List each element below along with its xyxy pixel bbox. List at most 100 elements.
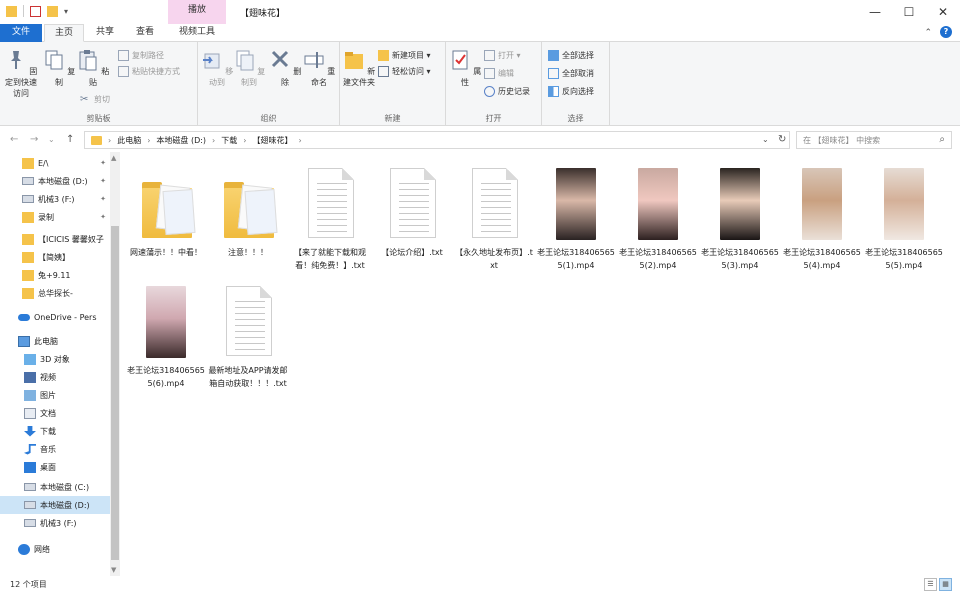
file-item[interactable]: 注意！！！	[208, 160, 288, 259]
file-item[interactable]: 老王论坛3184065655(1).mp4	[536, 160, 616, 272]
sidebar-item[interactable]: 桌面	[0, 458, 110, 476]
sidebar-item[interactable]: OneDrive - Pers	[0, 308, 110, 326]
folder-icon	[224, 182, 278, 238]
file-item[interactable]: 最新地址及APP请发邮箱自动获取！！！.txt	[208, 278, 288, 390]
breadcrumb-drive-d[interactable]: 本地磁盘 (D:)	[156, 135, 206, 146]
refresh-icon[interactable]: ↻	[778, 134, 786, 145]
large-icons-view-button[interactable]: ▦	[939, 578, 952, 591]
sidebar-item[interactable]: 本地磁盘 (D:)	[0, 496, 110, 514]
qa-dropdown-icon[interactable]: ▾	[64, 7, 68, 16]
sidebar-item[interactable]: E/\ ✦	[0, 154, 110, 172]
select-all-button[interactable]: 全部选择	[548, 48, 594, 62]
scrollbar-thumb[interactable]	[111, 226, 119, 560]
sidebar-item[interactable]: 本地磁盘 (C:)	[0, 478, 110, 496]
new-folder-icon[interactable]	[47, 5, 58, 17]
scroll-down-icon[interactable]: ▼	[111, 566, 116, 574]
sidebar-item[interactable]: 录制 ✦	[0, 208, 110, 226]
search-icon[interactable]: ⌕	[939, 134, 945, 145]
context-tab-play[interactable]: 播放	[168, 0, 226, 24]
breadcrumb-downloads[interactable]: 下载	[221, 135, 237, 146]
sidebar-item[interactable]: 兔+9.11	[0, 266, 110, 284]
scroll-up-icon[interactable]: ▲	[111, 154, 116, 162]
breadcrumb-separator[interactable]: ›	[243, 136, 246, 145]
select-none-button[interactable]: 全部取消	[548, 66, 594, 80]
tab-view[interactable]: 查看	[126, 24, 164, 42]
address-bar[interactable]: › 此电脑 › 本地磁盘 (D:) › 下载 › 【翅味花】 ›	[84, 131, 790, 149]
paste-shortcut-button[interactable]: 粘贴快捷方式	[118, 64, 180, 78]
minimize-button[interactable]: —	[858, 0, 892, 24]
file-item[interactable]: 【永久地址发布页】.txt	[454, 160, 534, 272]
collapse-ribbon-icon[interactable]: ⌃	[924, 28, 932, 38]
open-button[interactable]: 打开 ▾	[484, 48, 521, 62]
sidebar-item[interactable]: 图片	[0, 386, 110, 404]
breadcrumb-this-pc[interactable]: 此电脑	[117, 135, 141, 146]
new-folder-button[interactable]: 新建文件夹	[342, 48, 376, 88]
chevron-down-icon[interactable]: ⌄	[762, 135, 769, 144]
folder-icon[interactable]	[6, 5, 17, 17]
drive-icon	[24, 519, 36, 527]
history-button[interactable]: 历史记录	[484, 84, 530, 98]
tab-video-tools[interactable]: 视频工具	[168, 24, 226, 42]
sidebar-item[interactable]: 总华探长-	[0, 284, 110, 302]
tab-home[interactable]: 主页	[44, 24, 85, 42]
easy-access-button[interactable]: 轻松访问 ▾	[378, 64, 431, 78]
breadcrumb-separator[interactable]: ›	[147, 136, 150, 145]
copy-button[interactable]: 复制	[42, 48, 76, 88]
edit-button[interactable]: 编辑	[484, 66, 514, 80]
sidebar-item[interactable]: 【ICICIS 馨馨奴子	[0, 230, 110, 248]
close-button[interactable]: ✕	[926, 0, 960, 24]
breadcrumb-current[interactable]: 【翅味花】	[252, 135, 292, 146]
maximize-button[interactable]: ☐	[892, 0, 926, 24]
breadcrumb-separator[interactable]: ›	[298, 136, 301, 145]
tab-share[interactable]: 共享	[86, 24, 124, 42]
new-item-button[interactable]: 新建项目 ▾	[378, 48, 431, 62]
rename-button[interactable]: 重命名	[302, 48, 336, 88]
pin-quick-access-button[interactable]: 固定到快速访问	[4, 48, 38, 99]
search-input[interactable]: 在 【翅味花】 中搜索 ⌕	[796, 131, 952, 149]
delete-button[interactable]: 删除	[268, 48, 302, 88]
copy-to-button[interactable]: 复制到	[232, 48, 266, 88]
sidebar-item[interactable]: 文档	[0, 404, 110, 422]
file-item[interactable]: 老王论坛3184065655(3).mp4	[700, 160, 780, 272]
sidebar-item[interactable]: 机械3 (F:) ✦	[0, 190, 110, 208]
sidebar-item[interactable]: 3D 对象	[0, 350, 110, 368]
cut-button[interactable]: ✂ 剪切	[80, 92, 110, 106]
details-view-button[interactable]: ☰	[924, 578, 937, 591]
file-item[interactable]: 老王论坛3184065655(6).mp4	[126, 278, 206, 390]
sidebar-item[interactable]: 机械3 (F:)	[0, 514, 110, 532]
forward-button[interactable]: →	[30, 134, 38, 145]
sidebar-item[interactable]: 【简姨】	[0, 248, 110, 266]
up-button[interactable]: ↑	[66, 134, 74, 145]
breadcrumb-separator[interactable]: ›	[212, 136, 215, 145]
sidebar-item[interactable]: 此电脑	[0, 332, 110, 350]
copy-path-button[interactable]: 复制路径	[118, 48, 164, 62]
sidebar-item[interactable]: 音乐	[0, 440, 110, 458]
sidebar-item[interactable]: 视频	[0, 368, 110, 386]
tab-file[interactable]: 文件	[0, 24, 42, 42]
breadcrumb-separator[interactable]: ›	[108, 136, 111, 145]
back-button[interactable]: ←	[10, 134, 18, 145]
sidebar-item[interactable]: 下载	[0, 422, 110, 440]
file-item[interactable]: 老王论坛3184065655(4).mp4	[782, 160, 862, 272]
select-none-icon	[548, 67, 559, 79]
file-item[interactable]: 【论坛介绍】.txt	[372, 160, 452, 259]
search-placeholder: 在 【翅味花】 中搜索	[803, 136, 881, 145]
file-item[interactable]: 【来了就能下载和观看！纯免费！】.txt	[290, 160, 370, 272]
file-item[interactable]: 老王论坛3184065655(2).mp4	[618, 160, 698, 272]
file-item[interactable]: 网速蒲示！！中看！	[126, 160, 206, 259]
properties-button[interactable]: 属性	[448, 48, 482, 88]
help-icon[interactable]: ?	[940, 26, 952, 38]
move-to-button[interactable]: 移动到	[200, 48, 234, 88]
recent-locations-button[interactable]: ⌄	[48, 135, 55, 144]
sidebar-item-label: OneDrive - Pers	[34, 312, 97, 322]
properties-icon[interactable]	[30, 5, 41, 17]
invert-selection-button[interactable]: 反向选择	[548, 84, 594, 98]
paste-button[interactable]: 粘贴	[76, 48, 110, 88]
file-thumbnail	[382, 168, 442, 242]
sidebar-scrollbar[interactable]: ▲ ▼	[110, 152, 120, 576]
sidebar-item[interactable]: 本地磁盘 (D:) ✦	[0, 172, 110, 190]
sidebar-item-label: 视频	[40, 372, 56, 382]
file-item[interactable]: 老王论坛3184065655(5).mp4	[864, 160, 944, 272]
sidebar-item[interactable]: 网络	[0, 540, 110, 558]
drive-icon	[22, 177, 34, 185]
